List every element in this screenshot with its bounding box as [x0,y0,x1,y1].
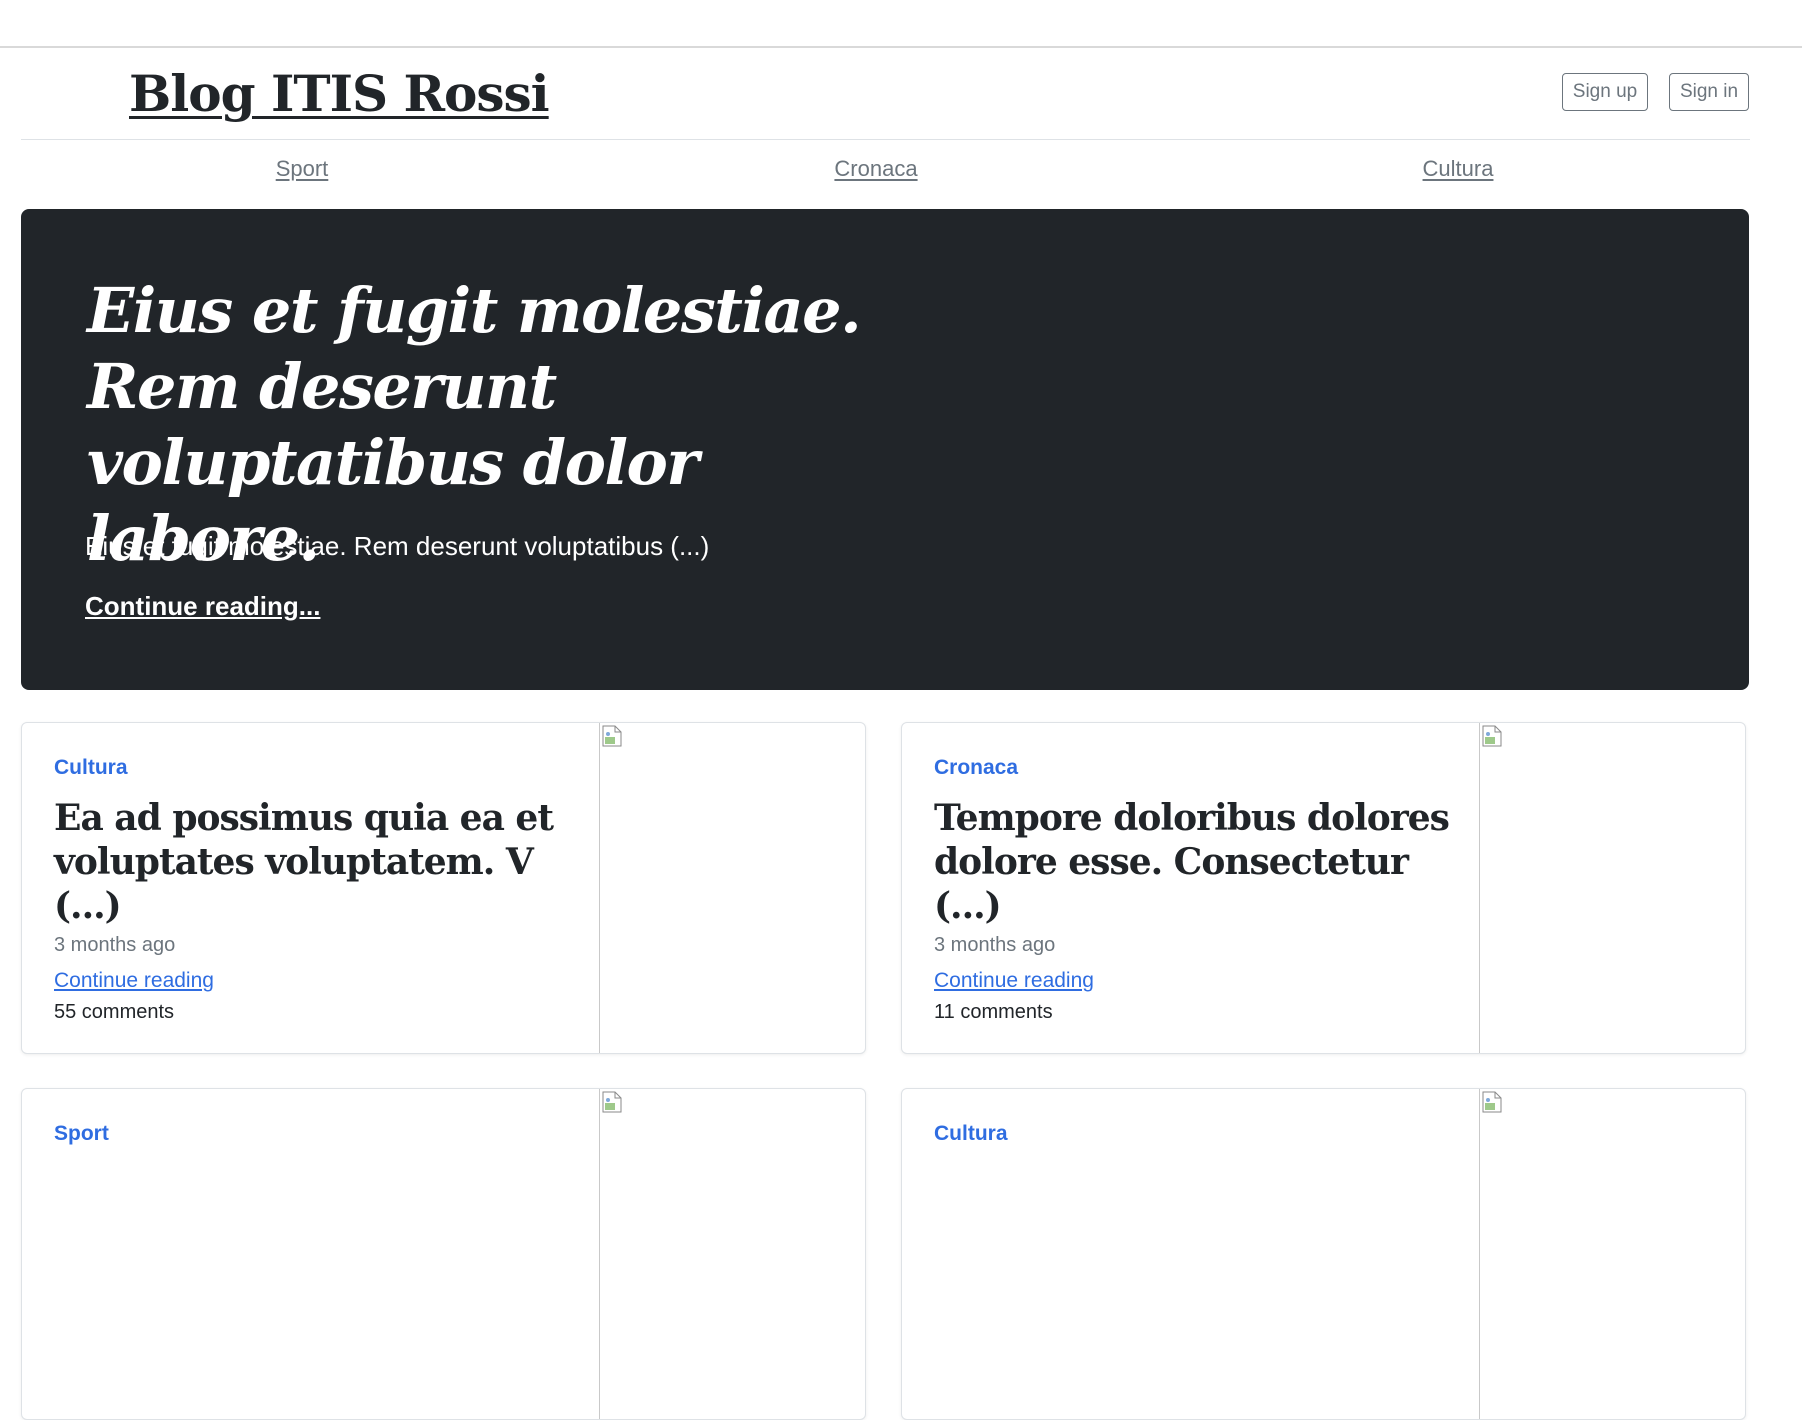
featured-post-hero: Eius et fugit molestiae. Rem deserunt vo… [21,209,1749,690]
post-title: Ea ad possimus quia ea et voluptates vol… [54,797,554,927]
post-thumbnail[interactable] [1479,1089,1745,1419]
post-card: Cronaca Tempore doloribus dolores dolore… [901,722,1746,1054]
post-comments-count: 11 comments [934,1001,1053,1023]
broken-image-icon [602,725,622,747]
post-category: Cronaca [934,756,1019,779]
hero-continue-reading-link[interactable]: Continue reading... [85,591,320,622]
post-card-body: Cronaca Tempore doloribus dolores dolore… [934,756,1474,1024]
post-card: Cultura [901,1088,1746,1420]
continue-reading-link[interactable]: Continue reading [54,969,214,993]
nav-link-cultura[interactable]: Cultura [1423,156,1494,182]
broken-image-icon [1482,1091,1502,1113]
nav-link-cronaca[interactable]: Cronaca [834,156,917,182]
post-card: Cultura Ea ad possimus quia ea et volupt… [21,722,866,1054]
sign-up-button[interactable]: Sign up [1562,73,1648,111]
broken-image-icon [1482,725,1502,747]
post-category: Cultura [934,1122,1008,1145]
post-comments-count: 55 comments [54,1001,175,1023]
browser-top-bar [0,0,1802,48]
post-thumbnail[interactable] [599,1089,865,1419]
nav-link-sport[interactable]: Sport [276,156,329,182]
blog-header: Blog ITIS Rossi Sign up Sign in [21,48,1750,140]
post-card: Sport [21,1088,866,1420]
post-card-body: Cultura Ea ad possimus quia ea et volupt… [54,756,594,1024]
hero-lead: Eius et fugit molestiae. Rem deserunt vo… [85,531,710,561]
sign-in-button[interactable]: Sign in [1669,73,1749,111]
post-thumbnail[interactable] [1479,723,1745,1053]
broken-image-icon [602,1091,622,1113]
post-category: Cultura [54,756,128,779]
post-card-body: Cultura [934,1122,1474,1146]
post-date: 3 months ago [934,934,1056,956]
blog-brand-link[interactable]: Blog ITIS Rossi [129,64,550,123]
category-nav: Sport Cronaca Cultura [21,150,1750,190]
post-card-body: Sport [54,1122,594,1146]
post-category: Sport [54,1122,109,1145]
post-date: 3 months ago [54,934,176,956]
continue-reading-link[interactable]: Continue reading [934,969,1094,993]
post-title: Tempore doloribus dolores dolore esse. C… [934,797,1450,927]
post-thumbnail[interactable] [599,723,865,1053]
